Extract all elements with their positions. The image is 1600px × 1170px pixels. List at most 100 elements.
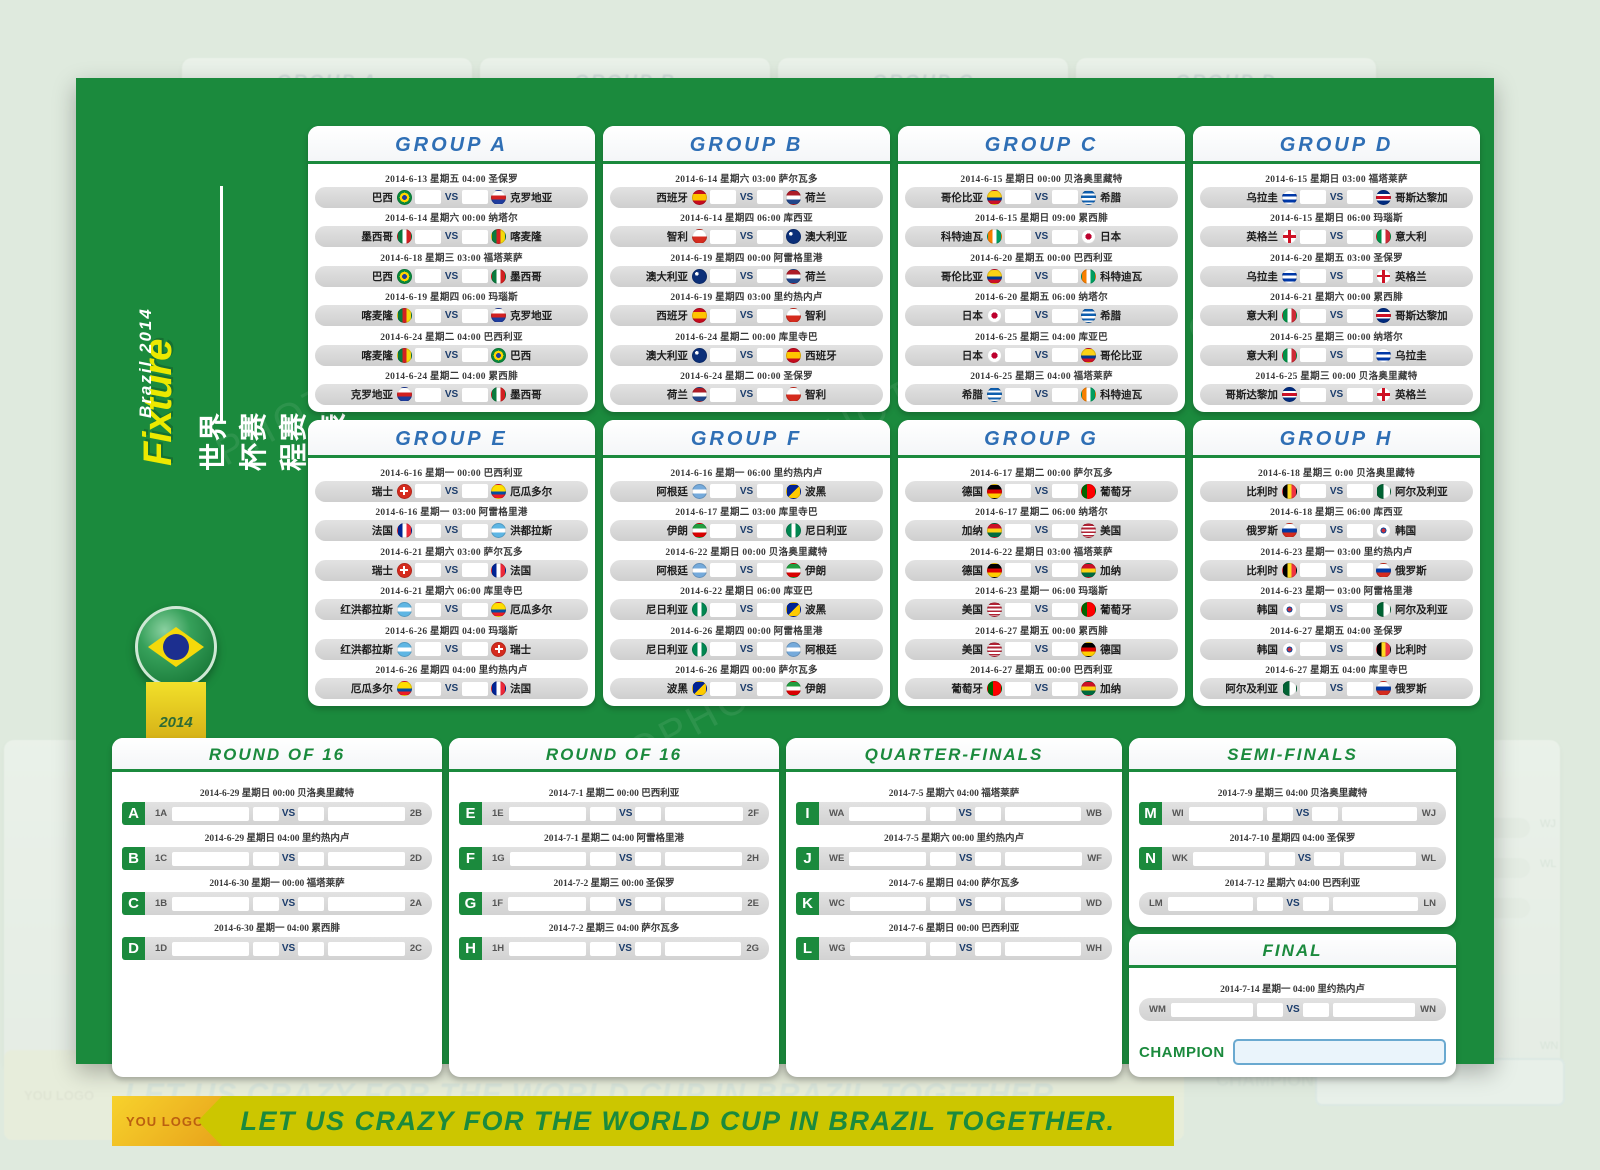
away-score-input[interactable] (1302, 1002, 1329, 1017)
home-score-input[interactable] (1299, 269, 1326, 283)
home-score-input[interactable] (709, 681, 736, 696)
away-team-input[interactable] (328, 806, 405, 821)
away-score-input[interactable] (1302, 896, 1329, 911)
home-score-input[interactable] (1299, 229, 1326, 244)
home-team-input[interactable] (172, 851, 249, 866)
away-score-input[interactable] (975, 941, 1002, 956)
home-score-input[interactable] (1257, 1002, 1284, 1017)
away-score-input[interactable] (975, 851, 1002, 866)
home-team-input[interactable] (849, 896, 926, 911)
away-score-input[interactable] (462, 387, 489, 402)
home-score-input[interactable] (1299, 523, 1326, 538)
away-team-input[interactable] (328, 851, 405, 866)
home-score-input[interactable] (929, 806, 956, 821)
away-team-input[interactable] (664, 896, 743, 911)
home-score-input[interactable] (709, 308, 736, 323)
home-team-input[interactable] (1170, 1002, 1254, 1017)
away-score-input[interactable] (1052, 642, 1079, 656)
home-team-input[interactable] (509, 851, 587, 866)
home-score-input[interactable] (414, 269, 441, 283)
away-team-input[interactable] (665, 851, 742, 866)
home-score-input[interactable] (1004, 269, 1031, 283)
home-team-input[interactable] (1167, 896, 1254, 911)
away-score-input[interactable] (462, 563, 489, 577)
home-team-input[interactable] (509, 941, 586, 956)
away-score-input[interactable] (1312, 806, 1339, 821)
home-score-input[interactable] (414, 229, 441, 244)
home-score-input[interactable] (1299, 484, 1326, 498)
home-score-input[interactable] (709, 602, 736, 617)
home-score-input[interactable] (590, 851, 617, 866)
away-score-input[interactable] (298, 851, 325, 866)
away-score-input[interactable] (634, 896, 661, 911)
home-score-input[interactable] (709, 348, 736, 362)
home-score-input[interactable] (709, 642, 736, 656)
home-score-input[interactable] (1299, 348, 1326, 362)
away-score-input[interactable] (1347, 229, 1374, 244)
home-team-input[interactable] (850, 941, 927, 956)
away-score-input[interactable] (1347, 681, 1374, 696)
away-score-input[interactable] (757, 387, 784, 402)
home-score-input[interactable] (589, 941, 616, 956)
home-score-input[interactable] (1299, 602, 1326, 617)
away-score-input[interactable] (462, 190, 489, 204)
away-score-input[interactable] (298, 806, 325, 821)
away-score-input[interactable] (757, 602, 784, 617)
home-score-input[interactable] (709, 190, 736, 204)
away-score-input[interactable] (298, 941, 325, 956)
away-score-input[interactable] (1347, 190, 1374, 204)
away-score-input[interactable] (1347, 563, 1374, 577)
home-score-input[interactable] (1004, 681, 1031, 696)
away-score-input[interactable] (757, 523, 784, 538)
away-team-input[interactable] (1004, 806, 1082, 821)
away-score-input[interactable] (1347, 348, 1374, 362)
home-score-input[interactable] (709, 229, 736, 244)
away-score-input[interactable] (1052, 563, 1079, 577)
home-score-input[interactable] (709, 269, 736, 283)
home-score-input[interactable] (929, 896, 956, 911)
champion-input[interactable] (1232, 1039, 1446, 1065)
away-score-input[interactable] (1052, 602, 1079, 617)
away-score-input[interactable] (462, 269, 489, 283)
away-score-input[interactable] (462, 523, 489, 538)
home-score-input[interactable] (1299, 190, 1326, 204)
away-score-input[interactable] (757, 308, 784, 323)
home-score-input[interactable] (1299, 563, 1326, 577)
away-score-input[interactable] (757, 269, 784, 283)
away-team-input[interactable] (664, 941, 742, 956)
away-score-input[interactable] (635, 851, 662, 866)
away-score-input[interactable] (634, 941, 661, 956)
home-team-input[interactable] (508, 896, 586, 911)
away-score-input[interactable] (1347, 602, 1374, 617)
away-score-input[interactable] (1052, 387, 1079, 402)
home-score-input[interactable] (589, 896, 616, 911)
away-score-input[interactable] (635, 806, 662, 821)
home-score-input[interactable] (414, 642, 441, 656)
away-team-input[interactable] (1005, 896, 1082, 911)
away-score-input[interactable] (1052, 308, 1079, 323)
away-team-input[interactable] (665, 806, 743, 821)
home-score-input[interactable] (709, 563, 736, 577)
home-score-input[interactable] (1004, 190, 1031, 204)
away-score-input[interactable] (757, 348, 784, 362)
banner-logo-placeholder[interactable]: YOU LOGO (112, 1096, 222, 1146)
home-score-input[interactable] (414, 308, 441, 323)
away-score-input[interactable] (1052, 523, 1079, 538)
away-team-input[interactable] (1005, 851, 1083, 866)
away-score-input[interactable] (1052, 229, 1079, 244)
home-score-input[interactable] (1004, 642, 1031, 656)
home-score-input[interactable] (709, 387, 736, 402)
home-score-input[interactable] (1004, 308, 1031, 323)
away-score-input[interactable] (298, 896, 325, 911)
away-score-input[interactable] (1052, 484, 1079, 498)
home-score-input[interactable] (414, 348, 441, 362)
away-score-input[interactable] (974, 806, 1001, 821)
away-score-input[interactable] (757, 642, 784, 656)
home-score-input[interactable] (709, 484, 736, 498)
home-score-input[interactable] (1299, 387, 1326, 402)
away-score-input[interactable] (462, 602, 489, 617)
away-score-input[interactable] (462, 484, 489, 498)
home-score-input[interactable] (1299, 308, 1326, 323)
home-team-input[interactable] (1188, 806, 1264, 821)
home-team-input[interactable] (172, 941, 249, 956)
